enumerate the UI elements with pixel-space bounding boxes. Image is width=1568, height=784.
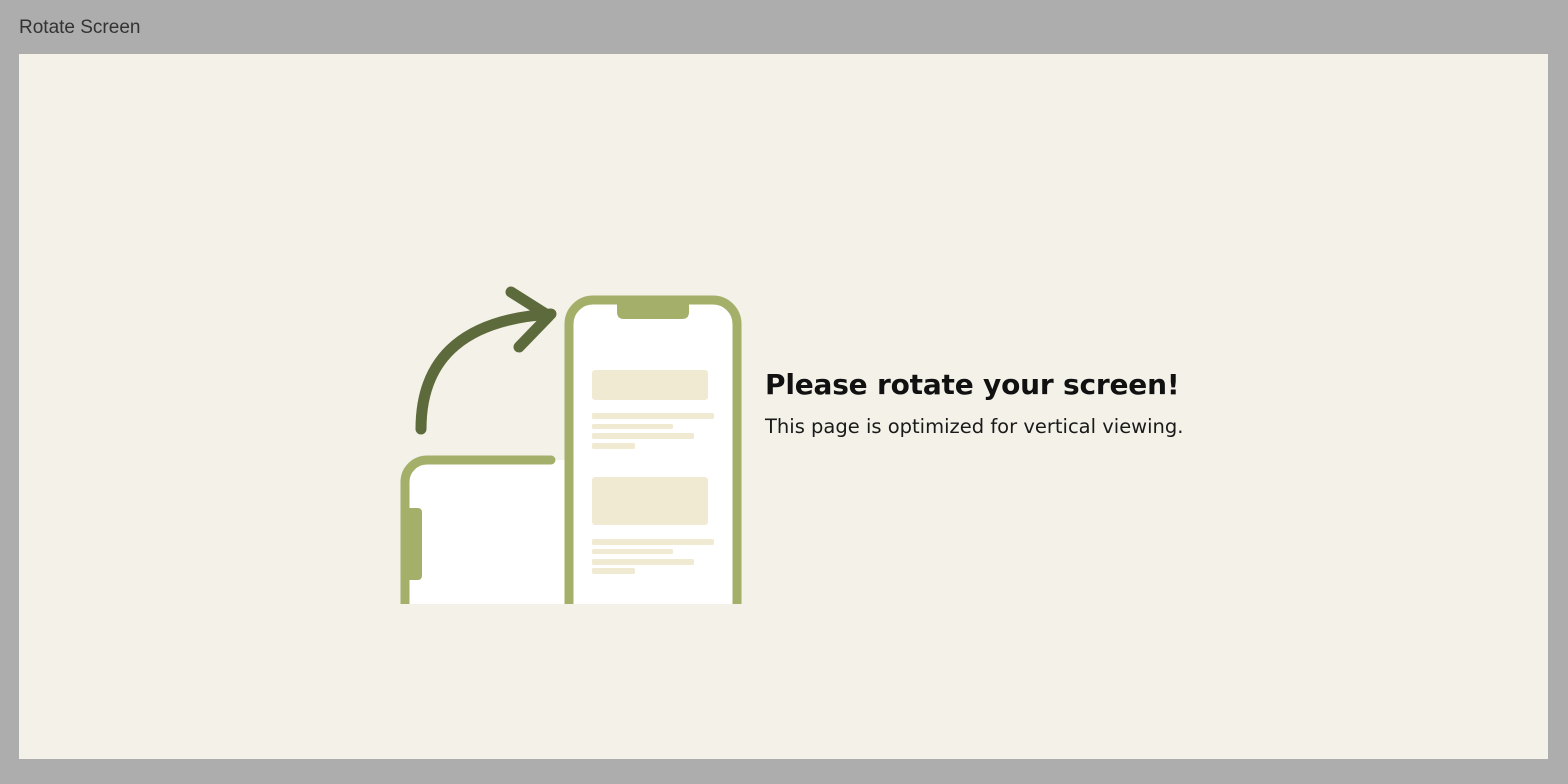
portrait-phone-icon xyxy=(564,295,742,604)
rotate-message: Please rotate your screen! This page is … xyxy=(765,366,1365,440)
page-viewport: Please rotate your screen! This page is … xyxy=(19,54,1548,759)
headline: Please rotate your screen! xyxy=(765,368,1180,401)
rotate-illustration xyxy=(400,286,742,604)
window-title: Rotate Screen xyxy=(19,17,141,38)
body-text: This page is optimized for vertical view… xyxy=(765,415,1184,438)
rotate-arrow-icon xyxy=(415,286,557,435)
